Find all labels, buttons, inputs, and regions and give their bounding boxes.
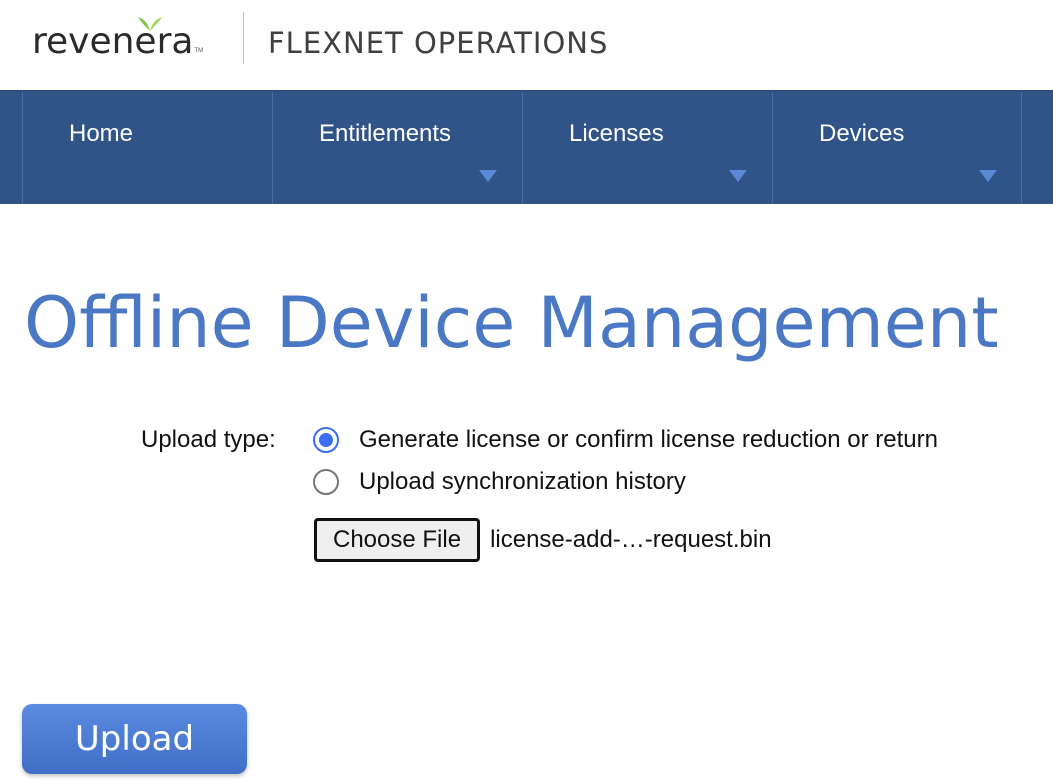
caret-down-icon bbox=[979, 170, 997, 182]
product-name: FLEXNET OPERATIONS bbox=[268, 26, 609, 60]
nav-item-label: Home bbox=[69, 120, 134, 147]
nav-item-devices[interactable]: Devices bbox=[772, 92, 1021, 204]
upload-button[interactable]: Upload bbox=[22, 704, 247, 774]
caret-down-icon bbox=[479, 170, 497, 182]
upload-type-label: Upload type: bbox=[141, 426, 276, 453]
page-title: Offline Device Management bbox=[24, 282, 999, 364]
caret-down-icon bbox=[729, 170, 747, 182]
main-navigation: Home Entitlements Licenses Devices bbox=[0, 90, 1053, 204]
nav-item-label: Entitlements bbox=[319, 120, 452, 147]
radio-button-checked[interactable] bbox=[313, 427, 339, 453]
radio-option-generate-license[interactable]: Generate license or confirm license redu… bbox=[313, 426, 938, 454]
nav-item-overflow bbox=[1021, 92, 1053, 204]
nav-item-entitlements[interactable]: Entitlements bbox=[272, 92, 521, 204]
nav-item-label: Licenses bbox=[569, 120, 664, 147]
header: revenera TM FLEXNET OPERATIONS bbox=[0, 0, 1053, 90]
file-input: Choose File license-add-…-request.bin bbox=[314, 518, 772, 562]
radio-button-unchecked[interactable] bbox=[313, 469, 339, 495]
trademark-mark: TM bbox=[194, 48, 204, 54]
revenera-logo[interactable]: revenera TM bbox=[32, 17, 204, 62]
leaf-icon bbox=[138, 17, 162, 31]
selected-file-name: license-add-…-request.bin bbox=[490, 526, 772, 553]
choose-file-button[interactable]: Choose File bbox=[314, 518, 481, 562]
logo-divider bbox=[243, 12, 244, 64]
radio-option-upload-sync-history[interactable]: Upload synchronization history bbox=[313, 468, 686, 496]
nav-item-home[interactable]: Home bbox=[22, 92, 271, 204]
nav-item-label: Devices bbox=[819, 120, 905, 147]
radio-label[interactable]: Generate license or confirm license redu… bbox=[359, 426, 938, 454]
logo-text: revenera bbox=[32, 21, 194, 62]
nav-item-licenses[interactable]: Licenses bbox=[522, 92, 771, 204]
radio-label[interactable]: Upload synchronization history bbox=[359, 468, 686, 496]
